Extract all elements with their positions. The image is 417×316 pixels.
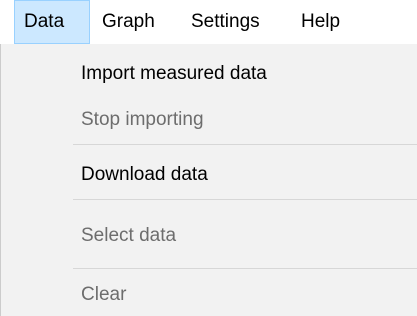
menu-bar: Data Graph Settings Help	[0, 0, 417, 44]
menu-separator	[73, 144, 417, 145]
menu-settings[interactable]: Settings	[182, 0, 269, 44]
menu-item-clear[interactable]: Clear	[81, 275, 126, 315]
menu-separator	[73, 268, 417, 269]
menu-graph[interactable]: Graph	[93, 0, 164, 44]
menu-item-import-measured-data[interactable]: Import measured data	[81, 54, 267, 94]
menu-item-select-data[interactable]: Select data	[81, 216, 176, 256]
menu-separator	[73, 199, 417, 200]
menu-data[interactable]: Data	[14, 0, 90, 44]
menu-help[interactable]: Help	[292, 0, 349, 44]
data-menu-dropdown: Import measured data Stop importing Down…	[0, 44, 417, 316]
menu-item-download-data[interactable]: Download data	[81, 155, 208, 195]
menu-item-stop-importing[interactable]: Stop importing	[81, 100, 204, 140]
